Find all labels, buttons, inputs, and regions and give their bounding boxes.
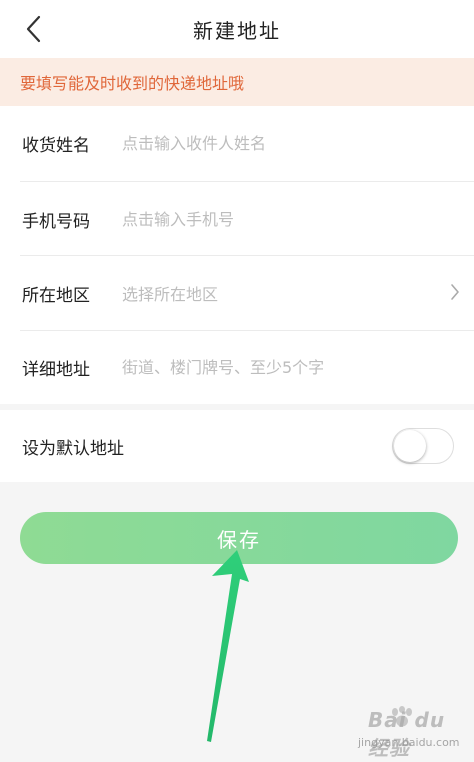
chevron-right-icon	[451, 284, 459, 300]
watermark: Bai du 经验 jingyan.baidu.com	[350, 706, 468, 760]
recipient-name-input[interactable]	[122, 126, 442, 160]
header-bar: 新建地址	[0, 0, 474, 58]
default-address-row: 设为默认地址	[0, 410, 474, 482]
region-selector[interactable]: 选择所在地区	[122, 281, 218, 305]
chevron-left-icon	[26, 15, 41, 43]
default-address-toggle[interactable]	[392, 428, 454, 464]
address-detail-input[interactable]	[122, 350, 442, 384]
address-detail-label: 详细地址	[22, 359, 90, 380]
back-button[interactable]	[14, 10, 54, 48]
arrow-up-icon	[207, 550, 249, 742]
recipient-name-row: 收货姓名	[0, 106, 474, 180]
phone-label: 手机号码	[22, 211, 90, 232]
address-form: 收货姓名 手机号码 所在地区 选择所在地区 详细地址	[0, 106, 474, 404]
notice-banner: 要填写能及时收到的快递地址哦	[0, 58, 474, 106]
watermark-subtext: jingyan.baidu.com	[358, 736, 460, 749]
region-label: 所在地区	[22, 285, 90, 306]
new-address-page: 新建地址 要填写能及时收到的快递地址哦 收货姓名 手机号码 所在地区 选择所在地…	[0, 0, 474, 762]
default-address-label: 设为默认地址	[22, 439, 124, 459]
page-title: 新建地址	[193, 18, 281, 43]
phone-row: 手机号码	[0, 182, 474, 256]
address-detail-row: 详细地址	[0, 330, 474, 404]
notice-text: 要填写能及时收到的快递地址哦	[20, 74, 245, 93]
watermark-text: Bai du 经验	[368, 708, 446, 760]
toggle-knob	[394, 430, 426, 462]
phone-input[interactable]	[122, 202, 442, 236]
region-row[interactable]: 所在地区 选择所在地区	[0, 256, 474, 330]
recipient-name-label: 收货姓名	[22, 135, 90, 156]
